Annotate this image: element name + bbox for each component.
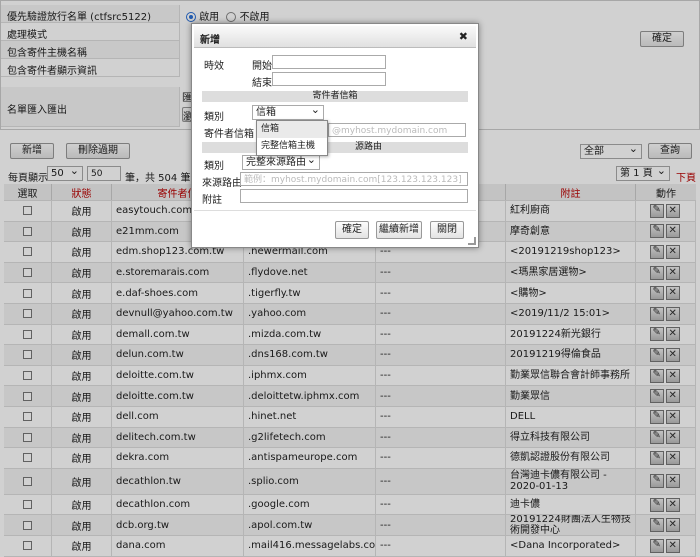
sender-email-label: 寄件者信箱 [204, 129, 254, 140]
route-type-select[interactable]: 完整來源路由 [242, 155, 320, 170]
dropdown-option[interactable]: 完整信箱主機 [257, 138, 327, 155]
sender-section-header: 寄件者信箱 [202, 91, 468, 102]
end-date-input[interactable] [272, 72, 386, 86]
route-section-header: 源路由 [202, 142, 468, 153]
route-type-label: 類別 [204, 161, 224, 172]
sender-type-dropdown: 信箱 完整信箱主機 [256, 120, 328, 156]
dialog-header: 新增 ✖ [194, 26, 476, 48]
note-label: 附註 [202, 195, 222, 206]
continue-add-button[interactable]: 繼續新增 [376, 221, 422, 239]
dropdown-option[interactable]: 信箱 [257, 121, 327, 138]
start-label: 開始 [252, 61, 272, 72]
sender-type-select[interactable]: 信箱 [252, 105, 324, 120]
sender-email-input[interactable]: @myhost.mydomain.com [328, 123, 466, 137]
add-dialog: 新增 ✖ 時效 開始 結束 寄件者信箱 類別 信箱 寄件者信箱 @myhost.… [191, 23, 479, 248]
end-label: 結束 [252, 78, 272, 89]
dialog-close-button[interactable]: 關閉 [430, 221, 464, 239]
route-label: 來源路由 [202, 178, 242, 189]
dialog-ok-button[interactable]: 確定 [335, 221, 369, 239]
note-input[interactable] [240, 189, 468, 203]
close-icon[interactable]: ✖ [459, 30, 468, 43]
start-date-input[interactable] [272, 55, 386, 69]
effective-label: 時效 [204, 61, 224, 72]
resize-grip-icon[interactable] [468, 237, 476, 245]
type-label: 類別 [204, 112, 224, 123]
divider [194, 210, 476, 211]
dialog-title: 新增 [200, 35, 220, 46]
route-input[interactable]: 範例：myhost.mydomain.com[123.123.123.123] [240, 172, 468, 186]
